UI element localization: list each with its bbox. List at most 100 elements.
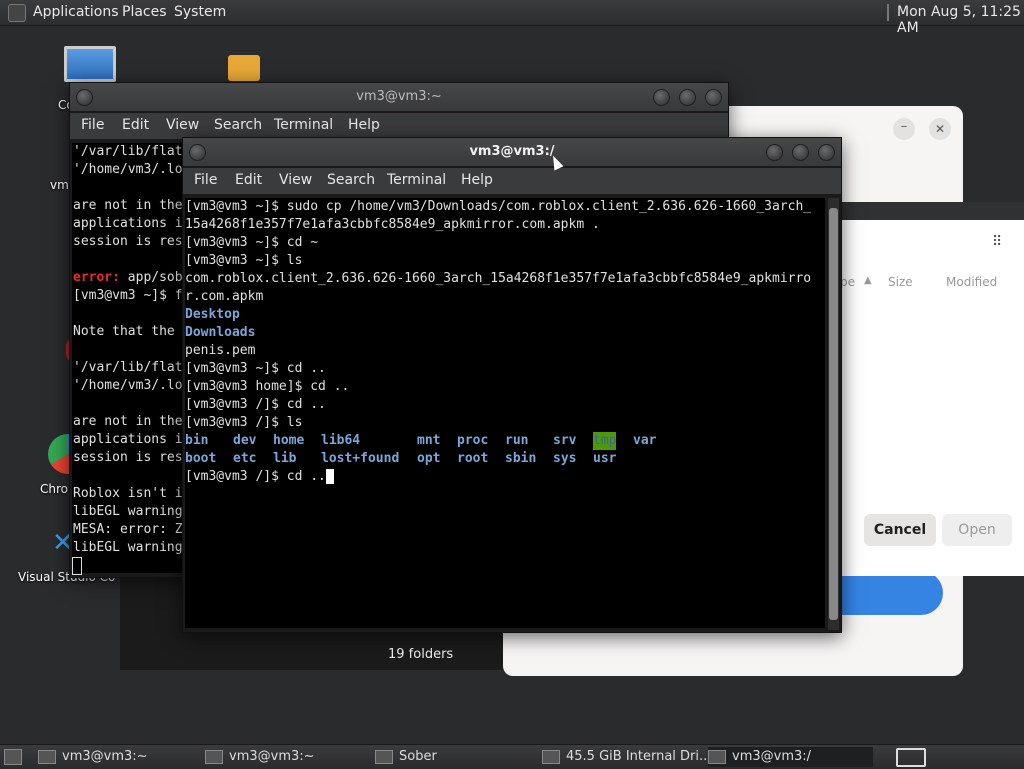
menu-view[interactable]: View bbox=[166, 117, 199, 133]
minimize-icon[interactable] bbox=[766, 144, 783, 161]
menu-file[interactable]: File bbox=[194, 172, 217, 188]
terminal-line: com.roblox.client_2.636.626-1660_3arch_1… bbox=[185, 271, 812, 286]
titlebar[interactable]: vm3@vm3:/ bbox=[183, 138, 841, 166]
applications-menu[interactable]: Applications bbox=[33, 4, 119, 20]
directory-entry: etc bbox=[233, 451, 257, 466]
scrollbar[interactable] bbox=[828, 198, 839, 630]
terminal-line: [vm3@vm3 ~]$ cd .. bbox=[185, 361, 326, 376]
titlebar-menu-icon[interactable] bbox=[76, 89, 93, 106]
grid-view-icon[interactable]: ⠿ bbox=[992, 234, 1002, 250]
window-title: vm3@vm3:~ bbox=[356, 89, 442, 104]
terminal-line: penis.pem bbox=[185, 343, 256, 358]
workspace-switcher-icon[interactable] bbox=[896, 748, 926, 767]
terminal-icon bbox=[708, 749, 726, 764]
terminal-line: [vm3@vm3 /]$ ls bbox=[185, 415, 303, 430]
terminal-line: '/var/lib/flat bbox=[73, 360, 183, 375]
taskbar-item[interactable]: vm3@vm3:~ bbox=[38, 747, 148, 767]
menu-help[interactable]: Help bbox=[348, 117, 380, 133]
directory-entry: lib bbox=[273, 451, 297, 466]
minimize-icon[interactable] bbox=[653, 89, 670, 106]
terminal-line: [vm3@vm3 home]$ cd .. bbox=[185, 379, 350, 394]
terminal-line: session is res bbox=[73, 234, 183, 249]
taskbar: vm3@vm3:~ vm3@vm3:~ Sober 45.5 GiB Inter… bbox=[0, 744, 1024, 769]
column-modified[interactable]: Modified bbox=[946, 275, 997, 289]
directory-entry: lib64 bbox=[321, 433, 361, 448]
terminal-line: libEGL warning bbox=[73, 504, 183, 519]
window-icon bbox=[375, 749, 393, 764]
menu-file[interactable]: File bbox=[81, 117, 104, 133]
directory-entry: Desktop bbox=[185, 307, 240, 322]
directory-entry: boot bbox=[185, 451, 217, 466]
show-desktop-icon[interactable] bbox=[4, 749, 22, 765]
terminal-line: '/var/lib/flat bbox=[73, 144, 183, 159]
error-label: error: bbox=[73, 270, 120, 285]
system-menu[interactable]: System bbox=[174, 4, 226, 20]
package-icon[interactable] bbox=[228, 55, 260, 81]
taskbar-item[interactable]: Sober bbox=[375, 747, 437, 767]
computer-icon[interactable] bbox=[64, 46, 116, 82]
separator bbox=[887, 4, 889, 21]
gnome-foot-icon[interactable] bbox=[8, 4, 26, 22]
terminal-line: '/home/vm3/.lo bbox=[73, 162, 183, 177]
terminal-line: Roblox isn't i bbox=[73, 486, 183, 501]
terminal-output[interactable]: [vm3@vm3 ~]$ sudo cp /home/vm3/Downloads… bbox=[185, 198, 825, 628]
terminal-output[interactable]: '/var/lib/flat '/home/vm3/.lo are not in … bbox=[72, 143, 185, 573]
directory-entry: mnt bbox=[417, 433, 441, 448]
terminal-line: error: app/sob bbox=[73, 269, 185, 287]
terminal-line: libEGL warning bbox=[73, 540, 183, 555]
menu-edit[interactable]: Edit bbox=[122, 117, 149, 133]
menu-view[interactable]: View bbox=[279, 172, 312, 188]
file-list-panel: ⠿ pe ▲ Size Modified Cancel Open bbox=[840, 202, 1024, 576]
terminal-line: applications i bbox=[73, 432, 183, 447]
open-button[interactable]: Open bbox=[942, 514, 1012, 546]
column-type[interactable]: pe bbox=[840, 275, 855, 289]
terminal-line: [vm3@vm3 /]$ cd .. bbox=[185, 397, 326, 412]
directory-entry: usr bbox=[593, 451, 617, 466]
terminal-line: [vm3@vm3 ~]$ sudo cp /home/vm3/Downloads… bbox=[185, 199, 812, 214]
menu-terminal[interactable]: Terminal bbox=[274, 117, 333, 133]
taskbar-item[interactable]: vm3@vm3:~ bbox=[205, 747, 315, 767]
taskbar-item-active[interactable]: vm3@vm3:/ bbox=[708, 747, 873, 767]
terminal-line: [vm3@vm3 ~]$ f bbox=[73, 288, 183, 303]
directory-entry: bin bbox=[185, 433, 209, 448]
directory-entry: home bbox=[273, 433, 305, 448]
directory-entry: root bbox=[457, 451, 489, 466]
menu-terminal[interactable]: Terminal bbox=[387, 172, 446, 188]
clock[interactable]: Mon Aug 5, 11:25 AM bbox=[897, 4, 1024, 36]
directory-entry: lost+found bbox=[321, 451, 400, 466]
window-title: vm3@vm3:/ bbox=[469, 144, 555, 159]
column-size[interactable]: Size bbox=[888, 275, 913, 289]
menu-search[interactable]: Search bbox=[214, 117, 262, 133]
close-icon[interactable] bbox=[705, 89, 722, 106]
menubar: File Edit View Search Terminal Help bbox=[70, 113, 728, 139]
menubar: File Edit View Search Terminal Help bbox=[183, 168, 841, 194]
taskbar-item[interactable]: 45.5 GiB Internal Dri... bbox=[542, 747, 711, 767]
scrollbar-thumb[interactable] bbox=[829, 208, 838, 620]
cancel-button[interactable]: Cancel bbox=[864, 514, 936, 546]
menu-edit[interactable]: Edit bbox=[235, 172, 262, 188]
terminal-line: 15a4268f1e357f7e1afa3cbbfc8584e9_apkmirr… bbox=[185, 217, 600, 232]
menu-search[interactable]: Search bbox=[327, 172, 375, 188]
minimize-icon[interactable]: – bbox=[893, 118, 915, 140]
maximize-icon[interactable] bbox=[792, 144, 809, 161]
directory-entry: dev bbox=[233, 433, 257, 448]
menu-help[interactable]: Help bbox=[461, 172, 493, 188]
titlebar[interactable]: vm3@vm3:~ bbox=[70, 83, 728, 111]
directory-entry: tmp bbox=[593, 432, 617, 450]
directory-entry: srv bbox=[553, 433, 577, 448]
file-manager-status: 19 folders bbox=[388, 647, 454, 662]
terminal-line: [vm3@vm3 ~]$ ls bbox=[185, 253, 303, 268]
close-icon[interactable] bbox=[818, 144, 835, 161]
places-menu[interactable]: Places bbox=[122, 4, 167, 20]
terminal-icon bbox=[38, 749, 56, 764]
maximize-icon[interactable] bbox=[679, 89, 696, 106]
close-icon[interactable]: ✕ bbox=[929, 118, 951, 140]
titlebar-menu-icon[interactable] bbox=[189, 144, 206, 161]
error-text: app/sob bbox=[119, 270, 183, 285]
terminal-line: [vm3@vm3 ~]$ cd ~ bbox=[185, 235, 319, 250]
directory-entry: sbin bbox=[505, 451, 537, 466]
